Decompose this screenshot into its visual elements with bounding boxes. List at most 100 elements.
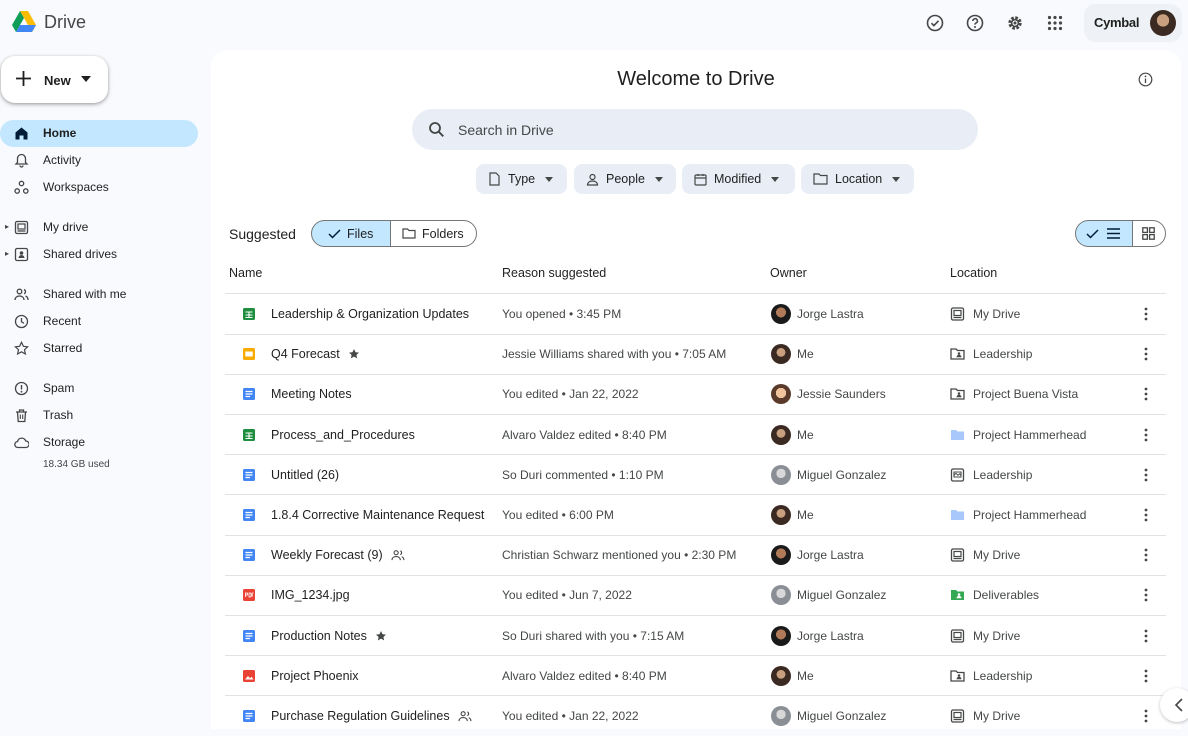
main-panel: Welcome to Drive Type People Modified Lo… bbox=[211, 50, 1181, 729]
table-row[interactable]: Q4 Forecast Jessie Williams shared with y… bbox=[225, 334, 1166, 374]
location-name[interactable]: My Drive bbox=[973, 548, 1020, 562]
sidebar-item-home[interactable]: Home bbox=[0, 120, 198, 147]
sidebar-item-trash[interactable]: Trash bbox=[0, 402, 198, 429]
reason-suggested: Jessie Williams shared with you • 7:05 A… bbox=[502, 347, 727, 362]
more-actions-icon[interactable] bbox=[1141, 386, 1151, 402]
more-actions-icon[interactable] bbox=[1141, 467, 1151, 483]
bell-icon bbox=[14, 153, 29, 168]
filter-type-chip[interactable]: Type bbox=[476, 164, 567, 194]
search-bar[interactable] bbox=[412, 109, 978, 150]
file-name: Production Notes bbox=[271, 628, 367, 643]
location-name[interactable]: Project Hammerhead bbox=[973, 508, 1086, 522]
location-name[interactable]: My Drive bbox=[973, 307, 1020, 321]
avatar bbox=[771, 464, 791, 485]
cloud-icon bbox=[14, 437, 29, 449]
sidebar-item-label: Recent bbox=[43, 314, 82, 328]
table-row[interactable]: Meeting Notes You edited • Jan 22, 2022 Je… bbox=[225, 374, 1166, 414]
location-name[interactable]: Leadership bbox=[973, 669, 1032, 683]
avatar bbox=[771, 304, 791, 324]
info-icon[interactable] bbox=[1138, 72, 1153, 87]
avatar bbox=[771, 344, 791, 365]
column-header-name[interactable]: Name bbox=[229, 266, 262, 280]
filter-people-chip[interactable]: People bbox=[574, 164, 676, 194]
star-filled-icon bbox=[348, 349, 359, 359]
list-view-button[interactable] bbox=[1075, 220, 1133, 247]
sidebar-item-activity[interactable]: Activity bbox=[0, 147, 198, 174]
docs-file-icon bbox=[242, 709, 256, 723]
location-name[interactable]: Leadership bbox=[973, 468, 1032, 482]
folders-toggle-label: Folders bbox=[422, 226, 464, 241]
more-actions-icon[interactable] bbox=[1141, 628, 1151, 644]
search-input[interactable] bbox=[458, 120, 938, 140]
sidebar-item-spam[interactable]: Spam bbox=[0, 375, 198, 402]
sidebar-item-starred[interactable]: Starred bbox=[0, 335, 198, 362]
more-actions-icon[interactable] bbox=[1141, 668, 1151, 684]
more-actions-icon[interactable] bbox=[1141, 547, 1151, 563]
avatar[interactable] bbox=[1150, 10, 1176, 36]
docs-file-icon bbox=[242, 548, 256, 562]
filter-location-chip[interactable]: Location bbox=[801, 164, 914, 194]
owner-name: Jessie Saunders bbox=[797, 387, 886, 402]
folder-icon bbox=[402, 228, 416, 239]
sidebar-item-recent[interactable]: Recent bbox=[0, 308, 198, 335]
shared-folder-icon bbox=[950, 669, 965, 683]
sidebar-item-shared-drives[interactable]: ▸ Shared drives bbox=[0, 241, 198, 268]
sidebar-item-label: Shared with me bbox=[43, 287, 127, 301]
filter-modified-chip[interactable]: Modified bbox=[682, 164, 795, 194]
table-row[interactable]: Process_and_Procedures Alvaro Valdez edit… bbox=[225, 415, 1166, 455]
more-actions-icon[interactable] bbox=[1141, 587, 1151, 603]
table-row[interactable]: Untitled (26) So Duri commented • 1:10 PM… bbox=[225, 455, 1166, 495]
file-name: 1.8.4 Corrective Maintenance Request bbox=[271, 508, 485, 522]
table-row[interactable]: IMG_1234.jpg You edited • Jun 7, 2022 Migu… bbox=[225, 575, 1166, 615]
more-actions-icon[interactable] bbox=[1141, 507, 1151, 523]
table-row[interactable]: Weekly Forecast (9) Christian Schwarz men… bbox=[225, 535, 1166, 575]
files-toggle[interactable]: Files bbox=[311, 220, 391, 247]
reason-suggested: You edited • Jan 22, 2022 bbox=[502, 709, 639, 723]
location-name[interactable]: Project Buena Vista bbox=[973, 387, 1078, 401]
filter-label: People bbox=[606, 172, 645, 186]
reason-suggested: Alvaro Valdez edited • 8:40 PM bbox=[502, 427, 667, 442]
location-name[interactable]: Project Hammerhead bbox=[973, 428, 1086, 442]
help-icon[interactable] bbox=[964, 12, 986, 34]
owner-name: Miguel Gonzalez bbox=[797, 588, 887, 603]
file-name: Meeting Notes bbox=[271, 387, 352, 402]
more-actions-icon[interactable] bbox=[1141, 708, 1151, 724]
new-button[interactable]: New bbox=[1, 56, 108, 103]
reason-suggested: So Duri shared with you • 7:15 AM bbox=[502, 628, 685, 643]
side-panel-toggle[interactable] bbox=[1160, 688, 1188, 722]
settings-icon[interactable] bbox=[1004, 12, 1026, 34]
sidebar-item-label: Storage bbox=[43, 435, 86, 449]
folders-toggle[interactable]: Folders bbox=[390, 220, 477, 247]
grid-view-button[interactable] bbox=[1132, 220, 1166, 247]
expand-arrow-icon[interactable]: ▸ bbox=[5, 222, 9, 231]
my-drive-icon bbox=[14, 220, 29, 235]
ready-for-offline-icon[interactable] bbox=[924, 12, 946, 34]
location-name[interactable]: My Drive bbox=[973, 629, 1020, 643]
pdf-file-icon bbox=[242, 588, 256, 602]
location-name[interactable]: Leadership bbox=[973, 347, 1032, 361]
sidebar-item-storage[interactable]: Storage bbox=[0, 429, 198, 456]
search-icon[interactable] bbox=[428, 121, 445, 138]
table-row[interactable]: Production Notes So Duri shared with you … bbox=[225, 616, 1166, 656]
more-actions-icon[interactable] bbox=[1141, 346, 1151, 362]
table-row[interactable]: Project Phoenix Alvaro Valdez edited • 8:… bbox=[225, 656, 1166, 696]
table-row[interactable]: Leadership & Organization Updates You ope… bbox=[225, 294, 1166, 334]
app-name[interactable]: Drive bbox=[44, 12, 86, 33]
sidebar-item-workspaces[interactable]: Workspaces bbox=[0, 174, 198, 201]
expand-arrow-icon[interactable]: ▸ bbox=[5, 249, 9, 258]
more-actions-icon[interactable] bbox=[1141, 306, 1151, 322]
table-row[interactable]: 1.8.4 Corrective Maintenance Request You … bbox=[225, 495, 1166, 535]
green-folder-icon bbox=[950, 588, 965, 602]
apps-grid-icon[interactable] bbox=[1044, 12, 1066, 34]
sidebar-item-shared-with-me[interactable]: Shared with me bbox=[0, 281, 198, 308]
more-actions-icon[interactable] bbox=[1141, 427, 1151, 443]
location-name[interactable]: Deliverables bbox=[973, 588, 1039, 602]
location-name[interactable]: My Drive bbox=[973, 709, 1020, 723]
workspaces-icon bbox=[14, 180, 29, 194]
sidebar-item-my-drive[interactable]: ▸ My drive bbox=[0, 214, 198, 241]
account-switcher[interactable]: Cymbal bbox=[1084, 4, 1182, 42]
avatar bbox=[771, 706, 791, 726]
drive-logo-icon[interactable] bbox=[11, 10, 37, 34]
top-bar: Drive Cymbal bbox=[0, 0, 1188, 46]
table-row[interactable]: Purchase Regulation Guidelines You edited… bbox=[225, 696, 1166, 736]
